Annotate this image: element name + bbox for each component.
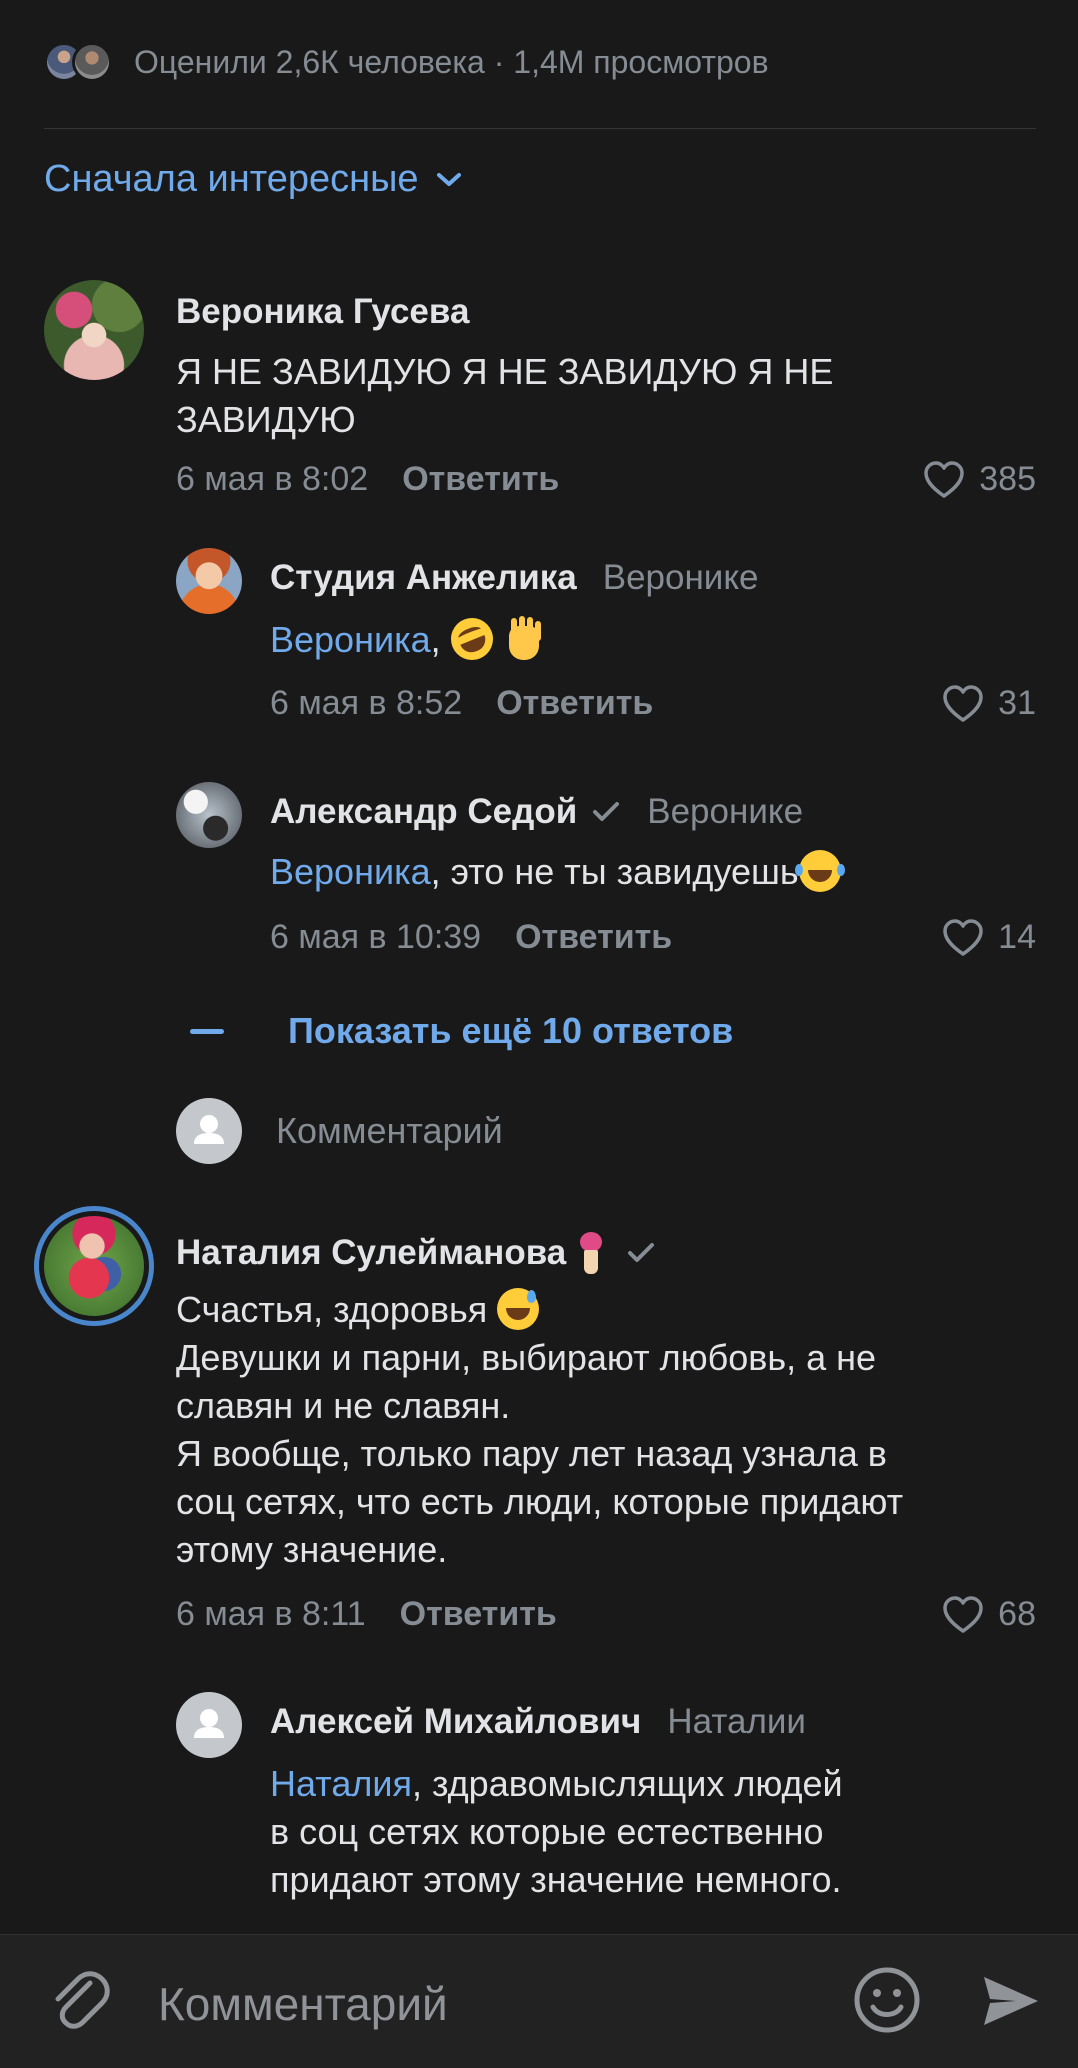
comment-meta: 6 мая в 8:11 Ответить <box>176 1595 557 1634</box>
avatar[interactable] <box>44 280 144 380</box>
joy-emoji <box>794 850 841 892</box>
comment-date: 6 мая в 8:11 <box>176 1595 366 1633</box>
sort-label: Сначала интересные <box>44 158 419 200</box>
avatar[interactable] <box>176 1692 242 1758</box>
verified-check-icon <box>628 1243 655 1262</box>
reply-author[interactable]: Александр Седой Веронике <box>270 792 803 832</box>
mention-link[interactable]: Вероника <box>270 619 431 660</box>
like-count: 385 <box>979 460 1036 498</box>
avatar <box>44 1216 144 1316</box>
reactions-stats-text: Оценили 2,6К человека · 1,4М просмотров <box>134 43 769 80</box>
reactions-summary[interactable]: Оценили 2,6К человека · 1,4М просмотров <box>44 30 769 94</box>
like-button[interactable]: 385 <box>923 460 1036 499</box>
reply-date: 6 мая в 8:52 <box>270 684 463 722</box>
like-count: 68 <box>998 1595 1036 1633</box>
reply-author[interactable]: Алексей Михайлович Наталии <box>270 1702 806 1742</box>
reply-author[interactable]: Студия Анжелика Веронике <box>270 558 759 598</box>
avatar-with-story-ring[interactable] <box>34 1206 154 1326</box>
heart-icon <box>943 918 983 956</box>
reply-button[interactable]: Ответить <box>400 1595 557 1634</box>
dash-icon <box>190 1028 224 1034</box>
comment-author[interactable]: Наталия Сулейманова <box>176 1230 656 1276</box>
emoji-icon[interactable] <box>852 1965 922 2035</box>
rofl-emoji <box>444 611 500 667</box>
reply-button[interactable]: Ответить <box>515 918 672 957</box>
mention-link[interactable]: Вероника <box>270 851 431 892</box>
divider <box>44 128 1036 129</box>
reply-meta: 6 мая в 10:39 Ответить <box>270 918 672 957</box>
reply-text: Вероника, это не ты завидуешь <box>270 848 841 896</box>
sort-dropdown[interactable]: Сначала интересные <box>44 158 463 201</box>
reply-meta: 6 мая в 8:52 Ответить <box>270 684 653 723</box>
mention-link[interactable]: Наталия <box>270 1763 412 1804</box>
reply-button[interactable]: Ответить <box>496 684 653 723</box>
comment-text: Счастья, здоровья Девушки и парни, выбир… <box>176 1288 904 1570</box>
reply-to-label: Веронике <box>647 792 804 831</box>
like-button[interactable]: 14 <box>942 918 1036 957</box>
user-placeholder-icon <box>176 1098 242 1164</box>
avatar[interactable] <box>176 782 242 848</box>
send-icon[interactable] <box>978 1969 1042 2033</box>
reactor-avatar <box>72 42 112 82</box>
comment-date: 6 мая в 8:02 <box>176 460 369 498</box>
like-button[interactable]: 68 <box>942 1595 1036 1634</box>
reply-button[interactable]: Ответить <box>402 460 559 499</box>
reply-to-label: Наталии <box>667 1702 806 1741</box>
paperclip-icon[interactable] <box>46 1965 112 2035</box>
inline-comment-field[interactable]: Комментарий <box>176 1098 503 1164</box>
sweat-smile-emoji <box>497 1288 540 1330</box>
show-more-replies-button[interactable]: Показать ещё 10 ответов <box>190 1010 733 1052</box>
like-count: 31 <box>998 684 1036 722</box>
verified-check-icon <box>593 802 620 821</box>
reply-text: Наталия, здравомыслящих людей в соц сетя… <box>270 1763 843 1900</box>
comment-input[interactable]: Комментарий <box>158 1977 448 2031</box>
chevron-down-icon <box>436 172 461 186</box>
comment-composer: Комментарий <box>0 1934 1078 2068</box>
comment-author[interactable]: Вероника Гусева <box>176 292 469 332</box>
reply-text: Вероника, <box>270 611 545 667</box>
comment-meta: 6 мая в 8:02 Ответить <box>176 460 559 499</box>
heart-icon <box>943 684 983 722</box>
reply-to-label: Веронике <box>602 558 759 597</box>
avatar[interactable] <box>176 548 242 614</box>
heart-icon <box>924 460 965 498</box>
like-count: 14 <box>998 918 1036 956</box>
raised-hand-emoji <box>503 618 545 660</box>
comment-text: Я НЕ ЗАВИДУЮ Я НЕ ЗАВИДУЮ Я НЕ ЗАВИДУЮ <box>176 351 834 440</box>
reply-date: 6 мая в 10:39 <box>270 918 482 956</box>
user-placeholder-icon <box>194 1709 224 1738</box>
like-button[interactable]: 31 <box>942 684 1036 723</box>
show-more-label: Показать ещё 10 ответов <box>288 1010 734 1051</box>
inline-comment-placeholder: Комментарий <box>276 1110 503 1151</box>
rose-badge-icon <box>576 1230 606 1276</box>
heart-icon <box>943 1595 983 1633</box>
